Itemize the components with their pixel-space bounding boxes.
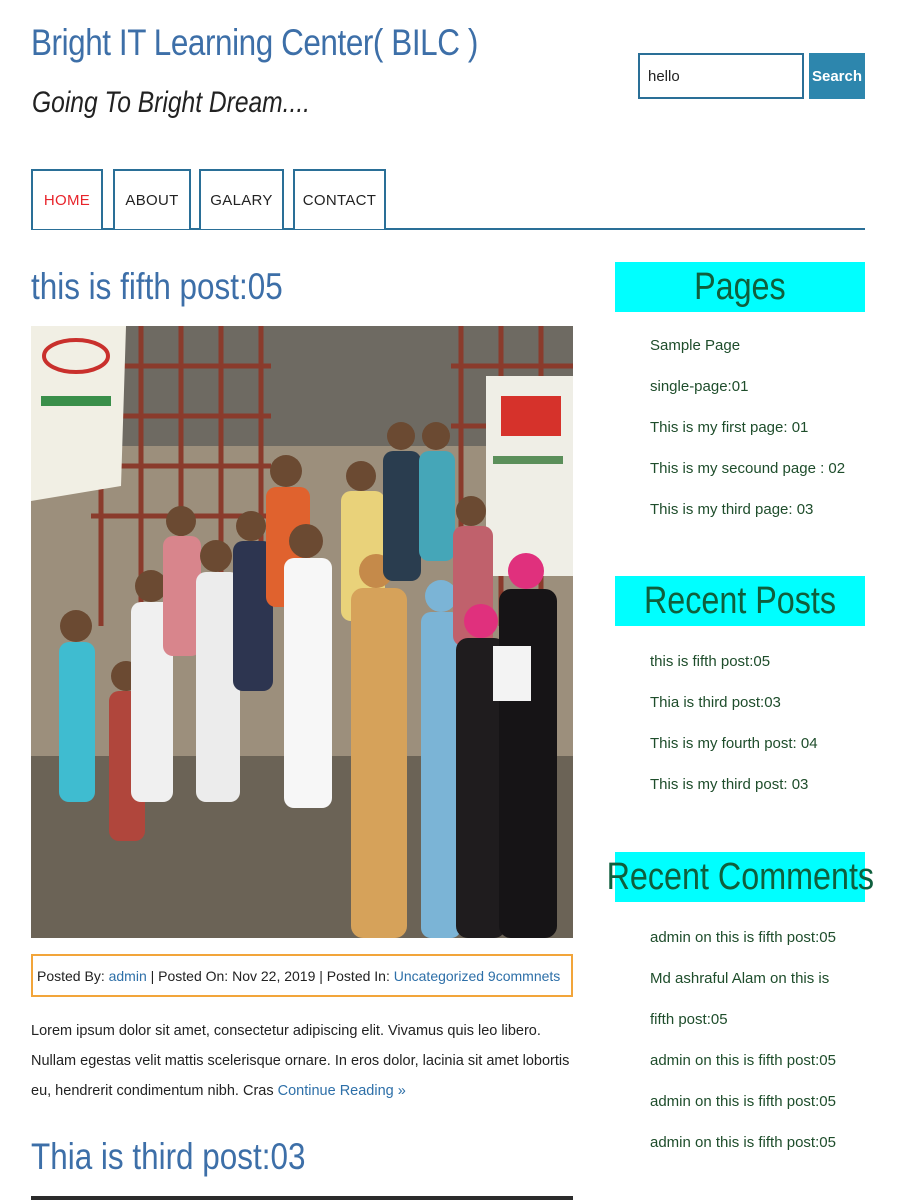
author-link[interactable]: admin <box>109 968 147 984</box>
post-date: Nov 22, 2019 <box>232 967 316 984</box>
page-link[interactable]: This is my secound page : 02 <box>650 448 865 489</box>
widget-title-recent-comments-text: Recent Comments <box>606 855 874 898</box>
pages-list: Sample Page single-page:01 This is my fi… <box>650 325 865 530</box>
continue-reading-link[interactable]: Continue Reading » <box>278 1083 406 1099</box>
widget-title-pages: Pages <box>615 262 865 312</box>
widget-title-recent-posts-text: Recent Posts <box>643 579 837 622</box>
posted-in-label: | Posted In: <box>319 967 390 984</box>
main-nav: HOME ABOUT GALARY CONTACT <box>31 169 865 230</box>
search-input[interactable] <box>638 53 804 99</box>
nav-item-about[interactable]: ABOUT <box>113 169 191 229</box>
site-tagline: Going To Bright Dream.... <box>32 86 311 119</box>
page-link[interactable]: This is my third page: 03 <box>650 489 865 530</box>
post-meta: Posted By: admin | Posted On: Nov 22, 20… <box>31 954 573 997</box>
recent-comment-link[interactable]: admin on this is fifth post:05 <box>650 1081 865 1122</box>
recent-comments-list: admin on this is fifth post:05 Md ashraf… <box>650 917 865 1163</box>
recent-comment-link[interactable]: Md ashraful Alam on this is fifth post:0… <box>650 958 830 1040</box>
recent-comment-link[interactable]: admin on this is fifth post:05 <box>650 1122 865 1163</box>
category-link[interactable]: Uncategorized <box>394 968 484 984</box>
page-link[interactable]: This is my first page: 01 <box>650 407 865 448</box>
page-link[interactable]: Sample Page <box>650 325 865 366</box>
posted-by-label: Posted By: <box>37 967 105 984</box>
post-featured-image[interactable] <box>31 326 573 938</box>
recent-post-link[interactable]: This is my third post: 03 <box>650 764 865 805</box>
search-button[interactable]: Search <box>809 53 865 99</box>
post-title[interactable]: Thia is third post:03 <box>31 1136 305 1178</box>
widget-title-recent-comments: Recent Comments <box>606 852 874 902</box>
recent-post-link[interactable]: This is my fourth post: 04 <box>650 723 865 764</box>
nav-item-home[interactable]: HOME <box>31 169 103 229</box>
page-link[interactable]: single-page:01 <box>650 366 865 407</box>
nav-item-contact[interactable]: CONTACT <box>293 169 386 229</box>
widget-title-recent-posts: Recent Posts <box>615 576 865 626</box>
comments-link[interactable]: 9commnets <box>488 968 560 984</box>
post-featured-image[interactable] <box>31 1196 573 1200</box>
recent-post-link[interactable]: Thia is third post:03 <box>650 682 865 723</box>
posted-on-label: | Posted On: <box>150 967 229 984</box>
post-title[interactable]: this is fifth post:05 <box>31 266 283 308</box>
recent-post-link[interactable]: this is fifth post:05 <box>650 641 865 682</box>
post-excerpt: Lorem ipsum dolor sit amet, consectetur … <box>31 1016 573 1106</box>
widget-title-pages-text: Pages <box>694 265 786 308</box>
recent-comment-link[interactable]: admin on this is fifth post:05 <box>650 917 865 958</box>
recent-comment-link[interactable]: admin on this is fifth post:05 <box>650 1040 865 1081</box>
recent-posts-list: this is fifth post:05 Thia is third post… <box>650 641 865 805</box>
group-photo-illustration <box>31 326 573 938</box>
site-title[interactable]: Bright IT Learning Center( BILC ) <box>31 22 478 64</box>
nav-item-galary[interactable]: GALARY <box>199 169 284 229</box>
